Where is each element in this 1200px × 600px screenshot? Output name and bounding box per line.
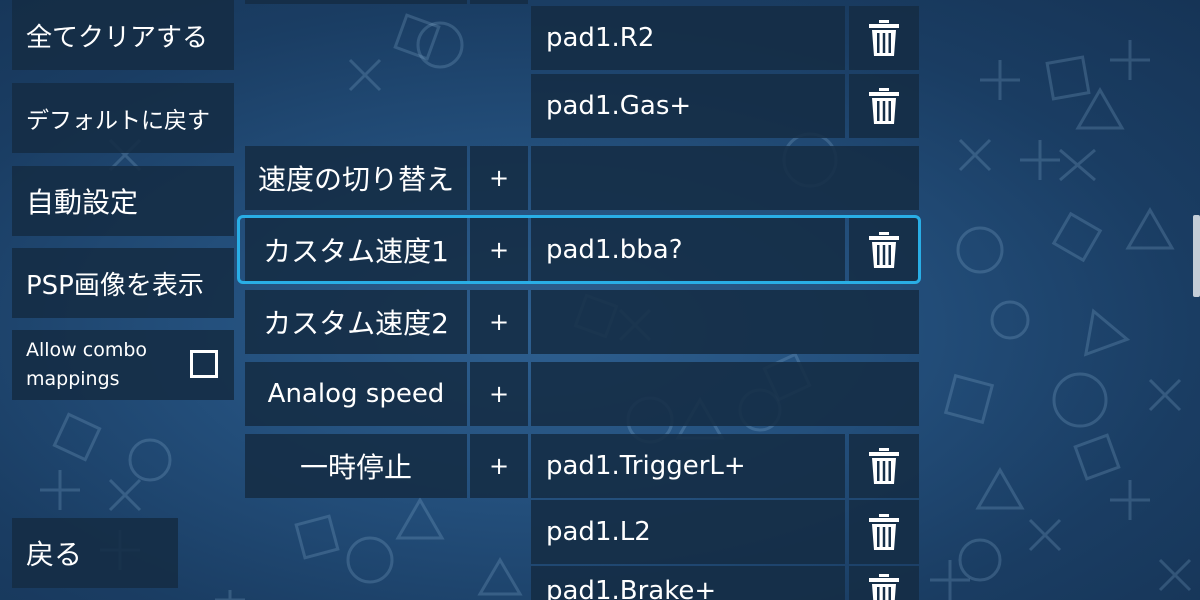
add-binding-speed-toggle[interactable]: + (470, 146, 528, 210)
trash-icon (869, 448, 899, 484)
plus-icon: + (488, 164, 510, 192)
binding-text: pad1.Brake+ (546, 576, 717, 600)
delete-binding-r2[interactable] (849, 6, 919, 70)
focus-highlight (237, 215, 921, 284)
plus-icon: + (488, 308, 510, 336)
back-button[interactable]: 戻る (12, 518, 178, 588)
delete-binding-l2[interactable] (849, 500, 919, 564)
plus-icon: + (488, 380, 510, 408)
trash-icon (869, 514, 899, 550)
clear-all-label: 全てクリアする (26, 22, 209, 53)
binding-item-r2[interactable]: pad1.R2 (531, 6, 845, 70)
add-button-partial (470, 0, 528, 4)
binding-text: pad1.R2 (546, 23, 655, 53)
mapping-label-text: 速度の切り替え (257, 163, 454, 196)
mapping-label-text: カスタム速度2 (263, 307, 449, 340)
binding-item-l2[interactable]: pad1.L2 (531, 500, 845, 564)
reset-default-button[interactable]: デフォルトに戻す (12, 83, 234, 153)
allow-combo-checkbox[interactable] (190, 350, 218, 378)
binding-text: pad1.L2 (546, 517, 651, 547)
auto-config-button[interactable]: 自動設定 (12, 166, 234, 236)
mapping-label-custom-speed-2[interactable]: カスタム速度2 (245, 290, 467, 354)
binding-item-brake[interactable]: pad1.Brake+ (531, 566, 845, 600)
mapping-label-speed-toggle[interactable]: 速度の切り替え (245, 146, 467, 210)
add-binding-pause[interactable]: + (470, 434, 528, 498)
binding-empty-speed-toggle (531, 146, 919, 210)
scrollbar-thumb[interactable] (1193, 215, 1200, 297)
mapping-label-analog-speed[interactable]: Analog speed (245, 362, 467, 426)
add-binding-analog-speed[interactable]: + (470, 362, 528, 426)
trash-icon (869, 574, 899, 600)
allow-combo-toggle[interactable]: Allow combo mappings (12, 330, 234, 400)
show-psp-image-label: PSP画像を表示 (26, 270, 204, 301)
binding-item-triggerl[interactable]: pad1.TriggerL+ (531, 434, 845, 498)
auto-config-label: 自動設定 (26, 186, 139, 219)
mapping-label-text: Analog speed (267, 379, 445, 409)
plus-icon: + (488, 452, 510, 480)
allow-combo-label: Allow combo mappings (26, 339, 148, 390)
delete-binding-brake[interactable] (849, 566, 919, 600)
mapping-label-pause[interactable]: 一時停止 (245, 434, 467, 498)
binding-text: pad1.Gas+ (546, 91, 692, 121)
trash-icon (869, 88, 899, 124)
reset-default-label: デフォルトに戻す (26, 108, 210, 134)
clear-all-button[interactable]: 全てクリアする (12, 0, 234, 70)
binding-text: pad1.TriggerL+ (546, 451, 746, 481)
delete-binding-gas[interactable] (849, 74, 919, 138)
back-label: 戻る (26, 538, 83, 571)
delete-binding-triggerl[interactable] (849, 434, 919, 498)
mapping-label-partial (245, 0, 467, 4)
trash-icon (869, 20, 899, 56)
binding-empty-analog-speed (531, 362, 919, 426)
add-binding-custom-speed-2[interactable]: + (470, 290, 528, 354)
binding-empty-custom-speed-2 (531, 290, 919, 354)
show-psp-image-button[interactable]: PSP画像を表示 (12, 248, 234, 318)
mapping-label-text: 一時停止 (299, 451, 412, 484)
binding-item-gas[interactable]: pad1.Gas+ (531, 74, 845, 138)
